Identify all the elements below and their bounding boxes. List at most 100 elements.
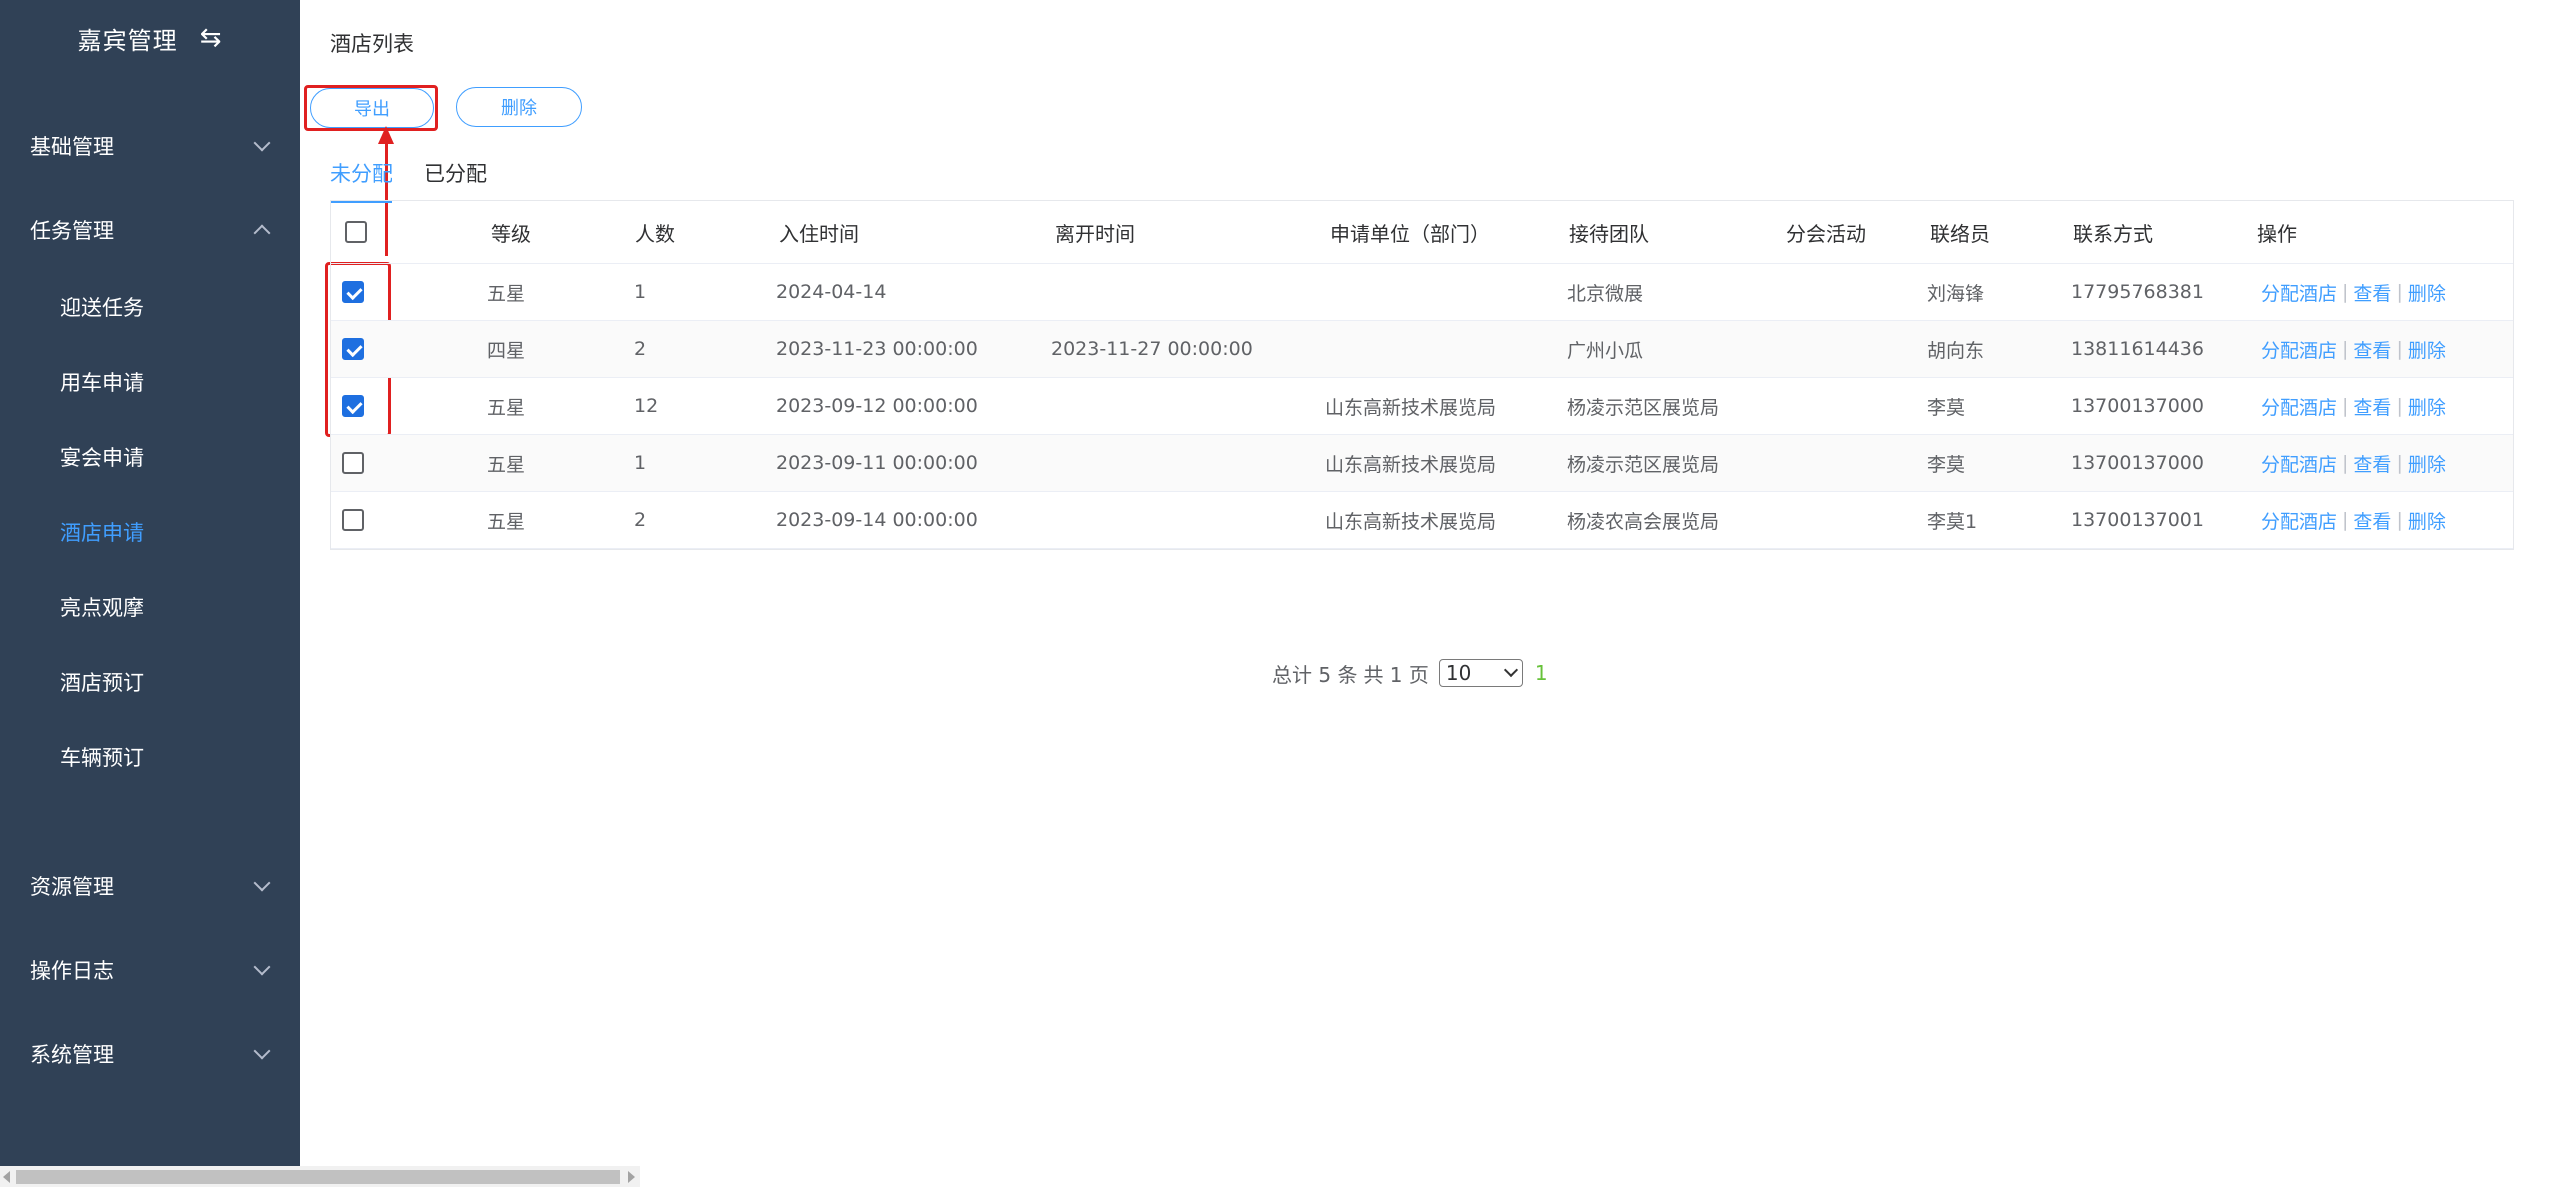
column-header[interactable]: 联系方式 [2073,201,2153,263]
chevron-down-icon [253,958,271,976]
delete-link[interactable]: 删除 [2408,450,2446,477]
row-checkbox[interactable] [342,338,364,360]
cell-phone: 17795768381 [2071,281,2204,303]
sidebar-header: 嘉宾管理 ⇆ [0,0,300,76]
assign-hotel-link[interactable]: 分配酒店 [2261,393,2337,420]
tab-unassigned[interactable]: 未分配 [330,158,392,203]
column-header[interactable]: 入住时间 [779,201,859,263]
view-link[interactable]: 查看 [2353,279,2391,306]
assign-hotel-link[interactable]: 分配酒店 [2261,279,2337,306]
column-header[interactable]: 操作 [2257,201,2297,263]
delete-link[interactable]: 删除 [2408,279,2446,306]
sidebar-item-highlight-tour[interactable]: 亮点观摩 [0,579,300,635]
app-title: 嘉宾管理 [77,26,178,55]
cell-actions: 分配酒店 | 查看 | 删除 [2261,321,2446,377]
cell-actions: 分配酒店 | 查看 | 删除 [2261,264,2446,320]
column-header[interactable]: 接待团队 [1569,201,1649,263]
cell-phone: 13700137001 [2071,509,2204,531]
row-select-cell [342,321,364,377]
chevron-down-icon [253,1042,271,1060]
row-checkbox[interactable] [342,509,364,531]
delete-link[interactable]: 删除 [2408,336,2446,363]
sidebar-item-label: 车辆预订 [60,746,144,770]
view-link[interactable]: 查看 [2353,450,2391,477]
cell-people: 1 [634,452,647,474]
sidebar-group-basic[interactable]: 基础管理 [0,118,300,174]
page-size-value: 10 [1445,661,1472,685]
sidebar-item-hotel-booking[interactable]: 酒店预订 [0,654,300,710]
cell-checkin: 2023-09-12 00:00:00 [776,395,978,417]
view-link[interactable]: 查看 [2353,393,2391,420]
cell-checkin: 2024-04-14 [776,281,887,303]
select-all-checkbox[interactable] [345,221,367,243]
view-link[interactable]: 查看 [2353,336,2391,363]
delete-link[interactable]: 删除 [2408,393,2446,420]
sidebar-item-banquet-request[interactable]: 宴会申请 [0,429,300,485]
export-button[interactable]: 导出 [310,88,434,128]
sidebar-item-label: 酒店申请 [60,521,144,545]
assign-hotel-link[interactable]: 分配酒店 [2261,507,2337,534]
row-select-cell [342,378,364,434]
sidebar-item-vehicle-booking[interactable]: 车辆预订 [0,729,300,785]
action-separator: | [2342,338,2349,360]
cell-contact: 刘海锋 [1927,282,1985,305]
sidebar-item-pickup-tasks[interactable]: 迎送任务 [0,279,300,335]
column-header[interactable]: 离开时间 [1055,201,1135,263]
table-row: 四星 2 2023-11-23 00:00:00 2023-11-27 00:00:0… [331,321,2513,378]
cell-level: 五星 [487,282,526,305]
cell-team: 北京微展 [1567,282,1644,305]
chevron-down-icon [253,874,271,892]
scroll-left-icon[interactable] [3,1171,10,1183]
sidebar-item-label: 用车申请 [60,371,144,395]
row-checkbox[interactable] [342,452,364,474]
page-size-select[interactable]: 10 [1438,659,1523,687]
sidebar-group-resources[interactable]: 资源管理 [0,858,300,914]
delete-link[interactable]: 删除 [2408,507,2446,534]
delete-button[interactable]: 删除 [456,87,582,127]
cell-team: 杨凌示范区展览局 [1567,453,1720,476]
sidebar-item-car-request[interactable]: 用车申请 [0,354,300,410]
action-separator: | [2396,338,2403,360]
swap-icon[interactable]: ⇆ [200,23,223,53]
cell-contact: 李莫 [1927,453,1966,476]
column-header[interactable]: 申请单位（部门） [1330,201,1490,263]
action-separator: | [2396,281,2403,303]
sidebar-group-label: 基础管理 [30,135,114,159]
cell-team: 杨凌示范区展览局 [1567,396,1720,419]
row-checkbox[interactable] [342,395,364,417]
assign-hotel-link[interactable]: 分配酒店 [2261,336,2337,363]
cell-checkin: 2023-11-23 00:00:00 [776,338,978,360]
cell-people: 1 [634,281,647,303]
cell-people: 2 [634,338,647,360]
tab-assigned[interactable]: 已分配 [424,158,487,200]
cell-actions: 分配酒店 | 查看 | 删除 [2261,492,2446,548]
sidebar-group-label: 系统管理 [30,1043,114,1067]
table-row: 五星 1 2023-09-11 00:00:00 山东高新技术展览局 杨凌示范区展览局 李… [331,435,2513,492]
sidebar-item-label: 亮点观摩 [60,596,144,620]
sidebar-group-system[interactable]: 系统管理 [0,1026,300,1082]
sidebar-item-hotel-request[interactable]: 酒店申请 [0,504,300,560]
pagination-total: 总计 5 条 [1272,662,1358,687]
chevron-down-icon [253,134,271,152]
column-header[interactable]: 等级 [491,201,531,263]
page-number-current[interactable]: 1 [1535,661,1548,685]
row-select-cell [342,492,364,548]
horizontal-scrollbar[interactable] [0,1166,640,1187]
page-title: 酒店列表 [330,32,414,56]
sidebar-item-label: 迎送任务 [60,296,144,320]
row-checkbox[interactable] [342,281,364,303]
scroll-right-icon[interactable] [628,1171,635,1183]
sidebar-group-label: 资源管理 [30,875,114,899]
assign-hotel-link[interactable]: 分配酒店 [2261,450,2337,477]
cell-unit: 山东高新技术展览局 [1325,453,1497,476]
sidebar-group-tasks[interactable]: 任务管理 [0,202,300,258]
column-header[interactable]: 人数 [635,201,675,263]
column-header[interactable]: 分会活动 [1786,201,1866,263]
sidebar-group-logs[interactable]: 操作日志 [0,942,300,998]
column-header[interactable]: 联络员 [1930,201,1990,263]
cell-phone: 13811614436 [2071,338,2204,360]
cell-team: 杨凌农高会展览局 [1567,510,1720,533]
scrollbar-thumb[interactable] [16,1170,620,1184]
view-link[interactable]: 查看 [2353,507,2391,534]
sidebar: 嘉宾管理 ⇆ 基础管理 任务管理 迎送任务 用车申请 宴会申请 酒店申请 亮点观… [0,0,300,1187]
